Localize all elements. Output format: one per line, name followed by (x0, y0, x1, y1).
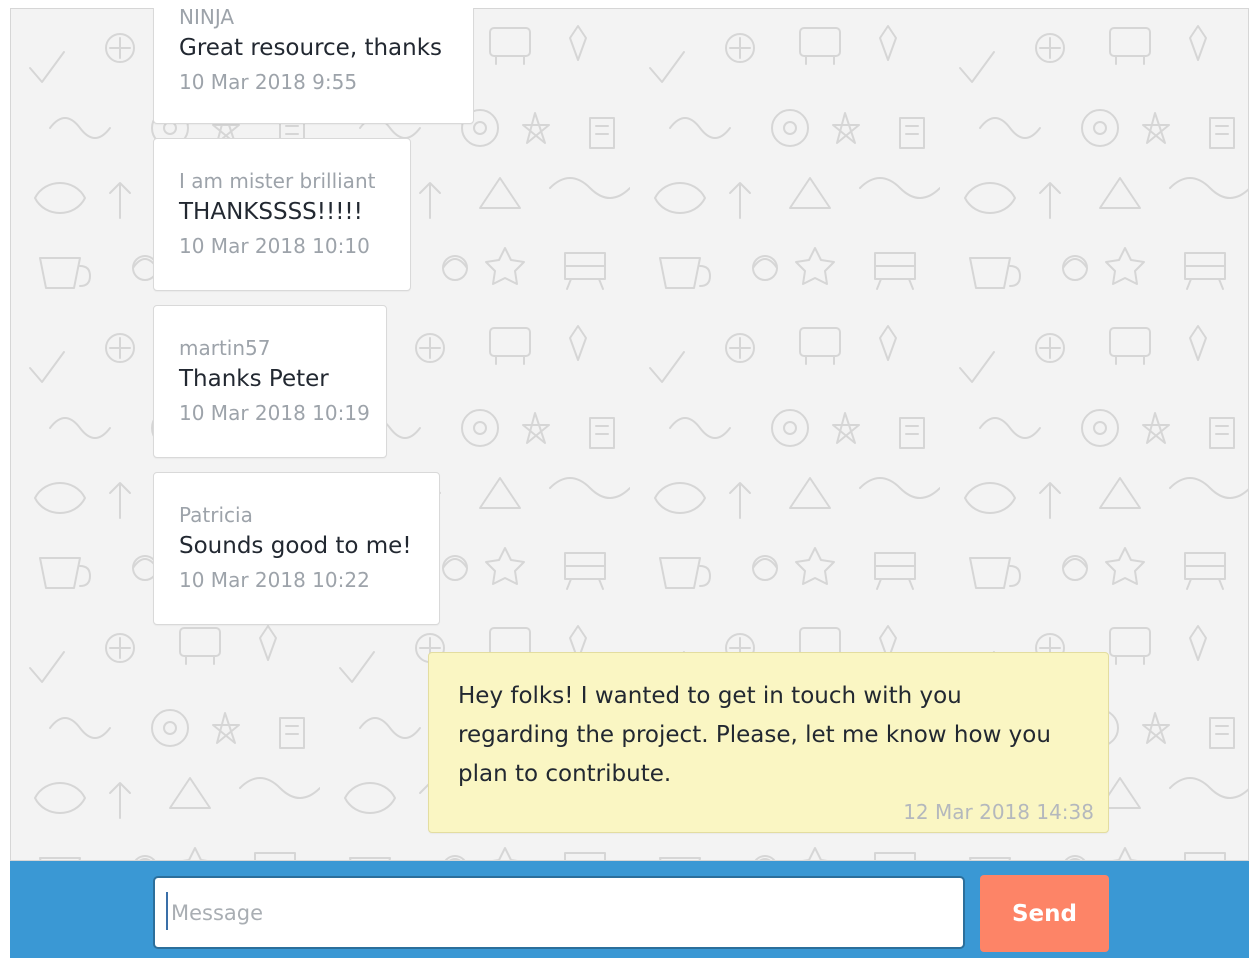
message-author: NINJA (179, 8, 235, 29)
text-caret (166, 892, 168, 930)
message-author: Patricia (179, 503, 253, 527)
message-author: martin57 (179, 336, 271, 360)
message-timestamp: 10 Mar 2018 10:10 (179, 234, 370, 258)
message-bubble: martin57 Thanks Peter 10 Mar 2018 10:19 (153, 305, 387, 458)
message-author: I am mister brilliant (179, 169, 376, 193)
chat-history[interactable]: NINJA Great resource, thanks 10 Mar 2018… (10, 8, 1249, 861)
own-message-bubble: Hey folks! I wanted to get in touch with… (428, 652, 1109, 833)
message-timestamp: 12 Mar 2018 14:38 (903, 800, 1094, 824)
message-timestamp: 10 Mar 2018 10:22 (179, 568, 370, 592)
message-bubble: I am mister brilliant THANKSSSS!!!!! 10 … (153, 138, 411, 291)
send-button[interactable]: Send (980, 875, 1109, 952)
message-text: Great resource, thanks (179, 35, 443, 61)
message-timestamp: 10 Mar 2018 10:19 (179, 401, 370, 425)
message-bubble: NINJA Great resource, thanks 10 Mar 2018… (153, 8, 474, 124)
message-timestamp: 10 Mar 2018 9:55 (179, 70, 358, 94)
message-bubble: Patricia Sounds good to me! 10 Mar 2018 … (153, 472, 440, 625)
message-text: Sounds good to me! (179, 533, 412, 559)
message-text: THANKSSSS!!!!! (179, 199, 363, 225)
message-composer: Send (10, 861, 1249, 958)
message-text: Hey folks! I wanted to get in touch with… (458, 683, 1051, 787)
message-input[interactable] (153, 876, 965, 949)
message-text: Thanks Peter (179, 366, 329, 392)
chat-window: NINJA Great resource, thanks 10 Mar 2018… (10, 8, 1249, 958)
